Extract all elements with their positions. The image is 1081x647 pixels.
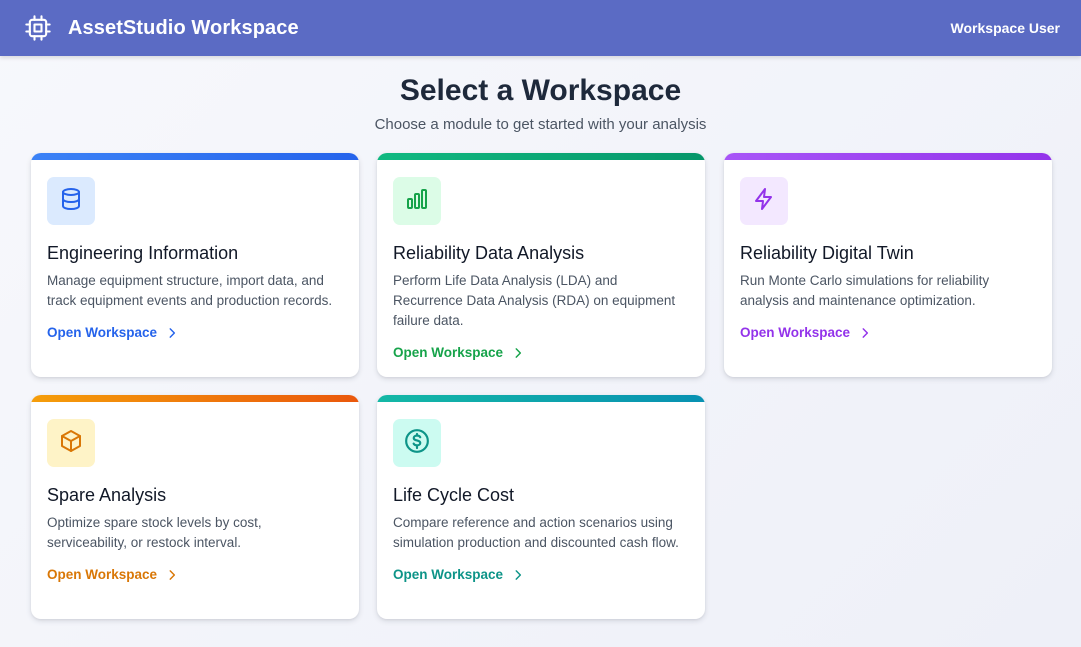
card-icon-box xyxy=(47,419,95,467)
chevron-right-icon xyxy=(165,326,179,340)
user-label[interactable]: Workspace User xyxy=(951,20,1060,36)
card-accent-bar xyxy=(31,395,359,402)
app-title: AssetStudio Workspace xyxy=(68,16,299,39)
card-accent-bar xyxy=(724,153,1052,160)
card-title: Life Cycle Cost xyxy=(393,485,515,505)
cpu-chip-icon xyxy=(24,14,52,42)
dollar-circle-icon xyxy=(404,428,430,459)
card-icon-box xyxy=(393,419,441,467)
card-description: Manage equipment structure, import data,… xyxy=(47,273,333,308)
open-workspace-link[interactable]: Open Workspace xyxy=(47,565,343,585)
card-description: Optimize spare stock levels by cost, ser… xyxy=(47,515,262,550)
card-icon-box xyxy=(47,177,95,225)
chevron-right-icon xyxy=(858,326,872,340)
database-icon xyxy=(59,187,83,216)
chevron-right-icon xyxy=(511,568,525,582)
card-life-cycle-cost[interactable]: Life Cycle Cost Compare reference and ac… xyxy=(377,395,705,619)
open-workspace-link[interactable]: Open Workspace xyxy=(393,343,689,363)
card-description: Perform Life Data Analysis (LDA) and Rec… xyxy=(393,273,676,328)
open-workspace-link[interactable]: Open Workspace xyxy=(393,565,689,585)
card-title: Engineering Information xyxy=(47,243,239,263)
card-accent-bar xyxy=(377,395,705,402)
page-subtitle: Choose a module to get started with your… xyxy=(374,116,707,133)
card-icon-box xyxy=(740,177,788,225)
open-workspace-label: Open Workspace xyxy=(393,567,504,582)
card-accent-bar xyxy=(31,153,359,160)
open-workspace-label: Open Workspace xyxy=(47,325,158,340)
open-workspace-label: Open Workspace xyxy=(47,567,158,582)
card-icon-box xyxy=(393,177,441,225)
chevron-right-icon xyxy=(165,568,179,582)
brand[interactable]: AssetStudio Workspace xyxy=(24,14,299,42)
card-reliability-data-analysis[interactable]: Reliability Data Analysis Perform Life D… xyxy=(377,153,705,377)
open-workspace-label: Open Workspace xyxy=(740,325,851,340)
card-title: Reliability Digital Twin xyxy=(740,243,914,263)
package-box-icon xyxy=(59,429,83,458)
card-description: Compare reference and action scenarios u… xyxy=(393,515,679,550)
card-spare-analysis[interactable]: Spare Analysis Optimize spare stock leve… xyxy=(31,395,359,619)
bar-chart-icon xyxy=(405,187,429,216)
card-title: Spare Analysis xyxy=(47,485,167,505)
top-bar: AssetStudio Workspace Workspace User xyxy=(0,0,1081,56)
lightning-bolt-icon xyxy=(752,187,776,216)
open-workspace-link[interactable]: Open Workspace xyxy=(740,323,1036,343)
chevron-right-icon xyxy=(511,346,525,360)
card-reliability-digital-twin[interactable]: Reliability Digital Twin Run Monte Carlo… xyxy=(724,153,1052,377)
open-workspace-label: Open Workspace xyxy=(393,345,504,360)
card-description: Run Monte Carlo simulations for reliabil… xyxy=(740,273,990,308)
open-workspace-link[interactable]: Open Workspace xyxy=(47,323,343,343)
card-title: Reliability Data Analysis xyxy=(393,243,585,263)
page-title: Select a Workspace xyxy=(399,74,682,107)
card-engineering-information[interactable]: Engineering Information Manage equipment… xyxy=(31,153,359,377)
card-accent-bar xyxy=(377,153,705,160)
